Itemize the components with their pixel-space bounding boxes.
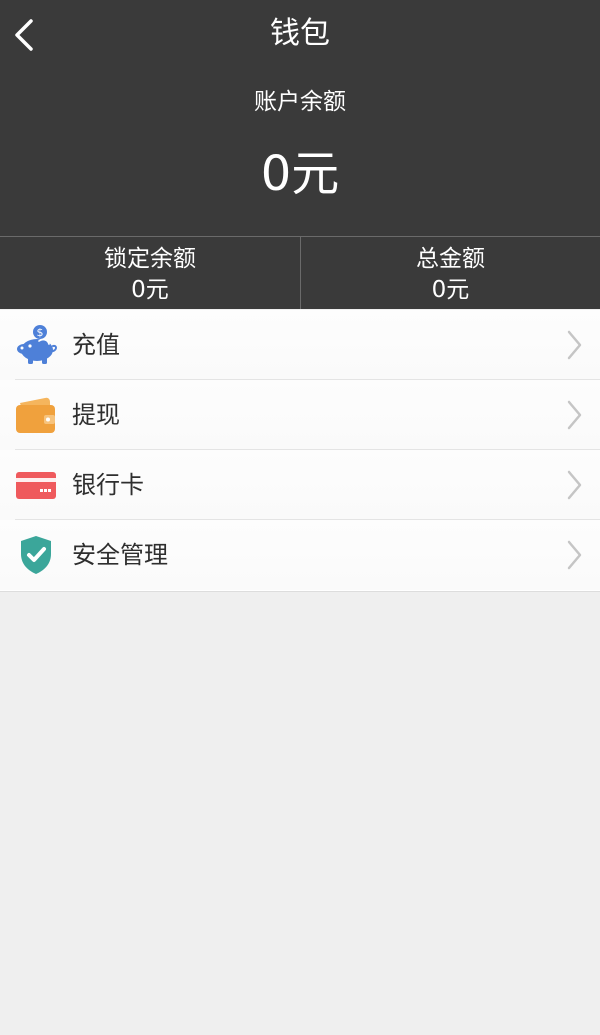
total-amount-cell: 总金额 0元 xyxy=(300,237,600,309)
bank-card-icon xyxy=(16,472,56,499)
account-balance-value: 0元 xyxy=(260,146,340,202)
total-amount-label: 总金额 xyxy=(416,246,485,272)
balance-summary: 锁定余额 0元 总金额 0元 xyxy=(0,236,600,309)
wallet-screen: 钱包 账户余额 0元 锁定余额 0元 总金额 0元 $ 充值 提现 银行卡 安全… xyxy=(0,0,600,1035)
menu-label-withdraw: 提现 xyxy=(72,401,120,429)
menu-item-bank-card[interactable]: 银行卡 xyxy=(0,450,600,520)
wallet-header: 钱包 账户余额 0元 xyxy=(0,0,600,236)
menu-item-withdraw[interactable]: 提现 xyxy=(0,380,600,450)
chevron-right-icon xyxy=(567,470,582,500)
svg-text:$: $ xyxy=(37,326,44,339)
locked-balance-cell: 锁定余额 0元 xyxy=(0,237,300,309)
total-amount-value: 0元 xyxy=(431,277,470,303)
wallet-icon xyxy=(16,397,55,433)
piggy-bank-icon: $ xyxy=(17,325,57,364)
chevron-right-icon xyxy=(567,540,582,570)
menu-label-security-management: 安全管理 xyxy=(72,541,168,569)
account-balance-label: 账户余额 xyxy=(254,89,346,115)
shield-check-icon xyxy=(21,536,51,574)
menu-label-bank-card: 银行卡 xyxy=(72,471,144,499)
locked-balance-label: 锁定余额 xyxy=(104,246,196,272)
locked-balance-value: 0元 xyxy=(131,277,169,303)
menu-label-recharge: 充值 xyxy=(72,331,120,359)
chevron-right-icon xyxy=(567,400,582,430)
page-title: 钱包 xyxy=(270,16,330,51)
chevron-right-icon xyxy=(567,330,582,360)
menu-item-security-management[interactable]: 安全管理 xyxy=(0,520,600,590)
wallet-menu: $ 充值 提现 银行卡 安全管理 xyxy=(0,310,600,592)
menu-item-recharge[interactable]: $ 充值 xyxy=(0,310,600,380)
